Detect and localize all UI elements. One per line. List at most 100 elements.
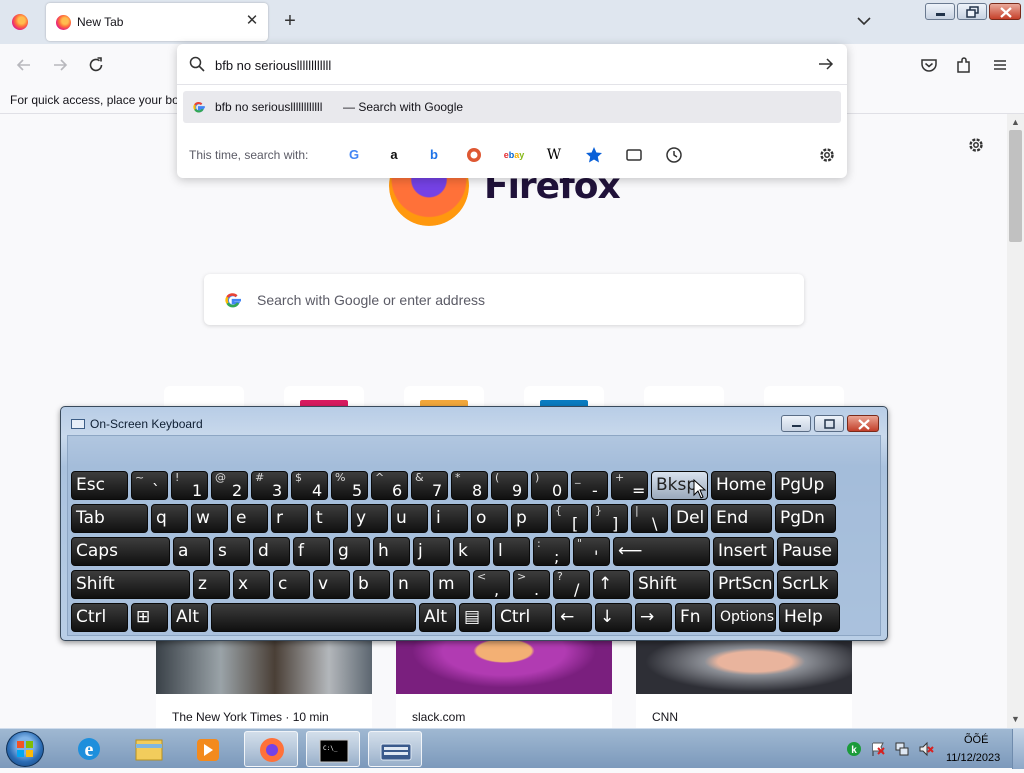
key-symbol[interactable]: ! 1 bbox=[171, 471, 208, 500]
key-symbol[interactable]: | \ bbox=[631, 504, 668, 533]
key-symbol[interactable]: }] bbox=[591, 504, 628, 533]
on-screen-keyboard-window[interactable]: On-Screen Keyboard Esc ~ `! 1 @2 #3 $4% 5 ^ 6 & 7 * 8… bbox=[60, 406, 888, 641]
tab-close-icon[interactable]: ✕ bbox=[244, 12, 260, 30]
media-player-taskbar-button[interactable] bbox=[182, 731, 236, 767]
bookmarks-icon[interactable] bbox=[583, 144, 605, 166]
key-sym11[interactable]: ↑ bbox=[593, 570, 630, 599]
key-m[interactable]: m bbox=[433, 570, 470, 599]
pocket-button[interactable] bbox=[918, 54, 940, 76]
go-arrow-icon[interactable] bbox=[817, 56, 835, 72]
key-i[interactable]: i bbox=[431, 504, 468, 533]
back-button[interactable] bbox=[13, 54, 35, 76]
key-z[interactable]: z bbox=[193, 570, 230, 599]
key-space[interactable] bbox=[211, 603, 416, 632]
key-j[interactable]: j bbox=[413, 537, 450, 566]
window-minimize-button[interactable] bbox=[925, 3, 955, 20]
key-sym1[interactable]: ⊞ bbox=[131, 603, 168, 632]
key-sym7[interactable]: ← bbox=[555, 603, 592, 632]
scroll-up-arrow-icon[interactable]: ▲ bbox=[1009, 117, 1022, 127]
key-y[interactable]: y bbox=[351, 504, 388, 533]
taskbar-clock-date[interactable]: 11/12/2023 bbox=[946, 752, 1000, 764]
shortcut-tile[interactable] bbox=[644, 386, 724, 408]
personalize-newtab-button[interactable] bbox=[966, 135, 986, 155]
on-screen-keyboard-taskbar-button[interactable] bbox=[368, 731, 422, 767]
key-symbol[interactable]: @2 bbox=[211, 471, 248, 500]
key-g[interactable]: g bbox=[333, 537, 370, 566]
duckduckgo-icon[interactable] bbox=[463, 144, 485, 166]
command-prompt-taskbar-button[interactable]: C:\_ bbox=[306, 731, 360, 767]
key-prtscn[interactable]: PrtScn bbox=[713, 570, 774, 599]
osk-minimize-button[interactable] bbox=[781, 415, 811, 432]
key-v[interactable]: v bbox=[313, 570, 350, 599]
reload-button[interactable] bbox=[85, 54, 107, 76]
key-options[interactable]: Options bbox=[715, 603, 776, 632]
key-symbol[interactable]: " ' bbox=[573, 537, 610, 566]
key-symbol[interactable]: % 5 bbox=[331, 471, 368, 500]
key-ctrl[interactable]: Ctrl bbox=[495, 603, 552, 632]
wikipedia-icon[interactable]: W bbox=[543, 144, 565, 166]
key-shift[interactable]: Shift bbox=[633, 570, 710, 599]
key-fn[interactable]: Fn bbox=[675, 603, 712, 632]
key-f[interactable]: f bbox=[293, 537, 330, 566]
bing-icon[interactable]: b bbox=[423, 144, 445, 166]
key-k[interactable]: k bbox=[453, 537, 490, 566]
osk-close-button[interactable] bbox=[847, 415, 879, 432]
key-o[interactable]: o bbox=[471, 504, 508, 533]
key-insert[interactable]: Insert bbox=[713, 537, 774, 566]
story-card[interactable]: CNN bbox=[636, 640, 852, 728]
key-symbol[interactable]: _ - bbox=[571, 471, 608, 500]
network-icon[interactable] bbox=[894, 741, 910, 757]
key-symbol[interactable]: & 7 bbox=[411, 471, 448, 500]
key-symbol[interactable]: {[ bbox=[551, 504, 588, 533]
volume-muted-icon[interactable] bbox=[918, 741, 934, 757]
key-w[interactable]: w bbox=[191, 504, 228, 533]
new-tab-button[interactable]: + bbox=[280, 10, 300, 32]
firefox-taskbar-button[interactable] bbox=[244, 731, 298, 767]
osk-maximize-button[interactable] bbox=[814, 415, 844, 432]
key-l[interactable]: l bbox=[493, 537, 530, 566]
key-symbol[interactable]: ~ ` bbox=[131, 471, 168, 500]
google-icon[interactable]: G bbox=[343, 144, 365, 166]
search-suggestion-row[interactable]: bfb no seriousllllllllllll — Search with… bbox=[183, 91, 841, 123]
key-symbol[interactable]: >. bbox=[513, 570, 550, 599]
key-b[interactable]: b bbox=[353, 570, 390, 599]
key-sym12[interactable]: ⟵ bbox=[613, 537, 710, 566]
key-pause[interactable]: Pause bbox=[777, 537, 838, 566]
key-n[interactable]: n bbox=[393, 570, 430, 599]
key-pgup[interactable]: PgUp bbox=[775, 471, 836, 500]
key-alt[interactable]: Alt bbox=[171, 603, 208, 632]
key-c[interactable]: c bbox=[273, 570, 310, 599]
key-symbol[interactable]: + = bbox=[611, 471, 648, 500]
key-esc[interactable]: Esc bbox=[71, 471, 128, 500]
show-desktop-button[interactable] bbox=[1012, 729, 1024, 769]
amazon-icon[interactable]: a bbox=[383, 144, 405, 166]
story-card[interactable]: slack.com bbox=[396, 640, 612, 728]
list-all-tabs-button[interactable] bbox=[852, 10, 876, 32]
taskbar-clock-time[interactable]: ÕÕÉ bbox=[964, 734, 988, 746]
key-a[interactable]: a bbox=[173, 537, 210, 566]
key-del[interactable]: Del bbox=[671, 504, 708, 533]
key-shift[interactable]: Shift bbox=[71, 570, 190, 599]
key-caps[interactable]: Caps bbox=[71, 537, 170, 566]
key-h[interactable]: h bbox=[373, 537, 410, 566]
window-restore-button[interactable] bbox=[957, 3, 987, 20]
key-s[interactable]: s bbox=[213, 537, 250, 566]
key-r[interactable]: r bbox=[271, 504, 308, 533]
key-home[interactable]: Home bbox=[711, 471, 772, 500]
key-x[interactable]: x bbox=[233, 570, 270, 599]
scroll-down-arrow-icon[interactable]: ▼ bbox=[1009, 714, 1022, 724]
key-end[interactable]: End bbox=[711, 504, 772, 533]
key-p[interactable]: p bbox=[511, 504, 548, 533]
key-sym9[interactable]: → bbox=[635, 603, 672, 632]
key-d[interactable]: d bbox=[253, 537, 290, 566]
key-q[interactable]: q bbox=[151, 504, 188, 533]
key-scrlk[interactable]: ScrLk bbox=[777, 570, 838, 599]
kaspersky-icon[interactable]: k bbox=[846, 741, 862, 757]
key-sym8[interactable]: ↓ bbox=[595, 603, 632, 632]
newtab-search-box[interactable]: Search with Google or enter address bbox=[204, 274, 804, 325]
forward-button[interactable] bbox=[49, 54, 71, 76]
key-symbol[interactable]: * 8 bbox=[451, 471, 488, 500]
key-t[interactable]: t bbox=[311, 504, 348, 533]
gear-icon[interactable] bbox=[817, 145, 837, 165]
key-sym5[interactable]: ▤ bbox=[459, 603, 492, 632]
